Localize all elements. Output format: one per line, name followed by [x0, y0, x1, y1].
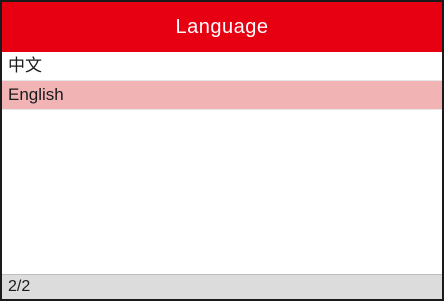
status-bar: 2/2: [2, 274, 442, 299]
language-item-label: English: [8, 85, 64, 104]
language-item-english[interactable]: English: [2, 81, 442, 110]
language-item-label: 中文: [8, 56, 42, 75]
title-bar: Language: [2, 2, 442, 52]
language-list: 中文 English: [2, 52, 442, 110]
page-indicator: 2/2: [8, 278, 31, 295]
language-screen: Language 中文 English 2/2: [0, 0, 444, 301]
language-item-chinese[interactable]: 中文: [2, 52, 442, 81]
page-title: Language: [175, 15, 269, 38]
